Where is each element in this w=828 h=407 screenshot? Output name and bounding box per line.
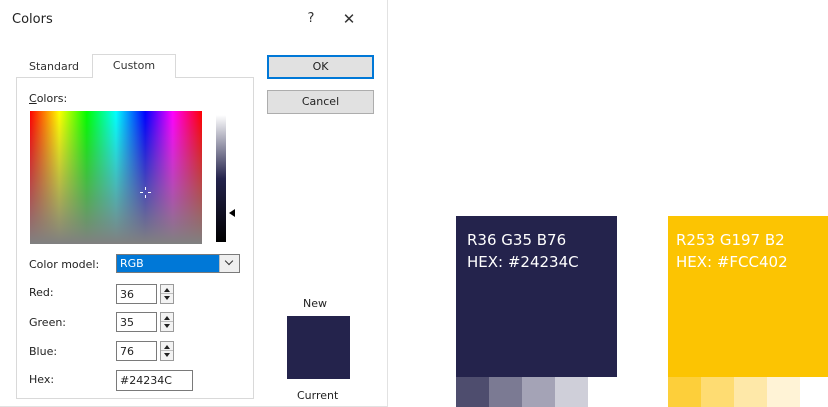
swatch-rgb-text: R253 G197 B2 (676, 231, 785, 249)
colors-label-mnemonic: C (29, 92, 37, 105)
green-stepper[interactable] (160, 312, 174, 332)
arrow-up-icon[interactable] (164, 288, 170, 292)
tab-custom[interactable]: Custom (92, 54, 176, 78)
colors-label: Colors: (29, 92, 67, 105)
luminance-slider[interactable] (216, 115, 226, 242)
green-field[interactable] (116, 312, 157, 332)
color-model-value: RGB (120, 257, 144, 270)
blue-label: Blue: (29, 345, 58, 358)
green-label: Green: (29, 316, 67, 329)
ok-button[interactable]: OK (267, 55, 374, 79)
new-label: New (303, 297, 327, 310)
dialog-title: Colors (12, 12, 53, 27)
tint-swatch (456, 377, 489, 407)
tint-swatch (668, 377, 701, 407)
arrow-down-icon[interactable] (164, 296, 170, 300)
chevron-down-icon (224, 256, 234, 266)
arrow-down-icon[interactable] (164, 324, 170, 328)
arrow-up-icon[interactable] (164, 316, 170, 320)
colors-label-rest: olors: (36, 92, 68, 105)
swatch-hex-text: HEX: #24234C (467, 253, 579, 271)
close-icon[interactable]: ✕ (340, 10, 358, 28)
tint-swatch (734, 377, 767, 407)
color-model-select[interactable]: RGB (116, 254, 240, 273)
triangle-pointer-icon[interactable] (229, 209, 235, 217)
arrow-down-icon[interactable] (164, 353, 170, 357)
tint-swatch (701, 377, 734, 407)
tab-standard[interactable]: Standard (16, 56, 92, 78)
swatch-card-navy: R36 G35 B76 HEX: #24234C (456, 216, 617, 377)
red-label: Red: (29, 286, 54, 299)
swatch-hex-text: HEX: #FCC402 (676, 253, 788, 271)
tint-swatch (767, 377, 800, 407)
dropdown-button[interactable] (219, 255, 239, 272)
current-label: Current (297, 389, 339, 402)
tint-swatch (489, 377, 522, 407)
new-color-preview (287, 316, 350, 379)
question-icon[interactable]: ? (303, 10, 319, 28)
blue-field[interactable] (116, 341, 157, 361)
hex-label: Hex: (29, 373, 55, 386)
color-model-label: Color model: (29, 258, 100, 271)
red-field[interactable] (116, 284, 157, 304)
hex-field[interactable] (116, 370, 193, 391)
tint-swatch (522, 377, 555, 407)
swatch-rgb-text: R36 G35 B76 (467, 231, 567, 249)
blue-stepper[interactable] (160, 341, 174, 361)
cancel-button[interactable]: Cancel (267, 90, 374, 114)
color-spectrum[interactable] (30, 111, 202, 244)
red-stepper[interactable] (160, 284, 174, 304)
swatch-card-yellow: R253 G197 B2 HEX: #FCC402 (668, 216, 828, 377)
arrow-up-icon[interactable] (164, 345, 170, 349)
tint-swatch (555, 377, 588, 407)
crosshair-icon[interactable] (140, 187, 151, 198)
title-bar: Colors ? ✕ (0, 0, 388, 40)
colors-dialog: Colors ? ✕ Standard Custom Colors: Color… (0, 0, 388, 407)
